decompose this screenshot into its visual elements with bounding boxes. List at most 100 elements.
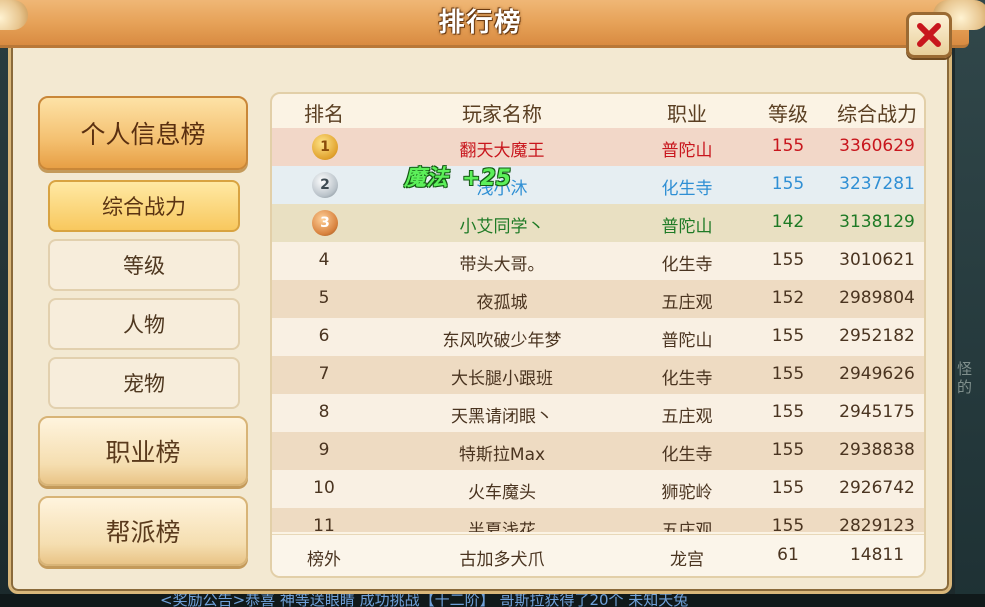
level-cell: 155 [771, 136, 805, 156]
subcategory-pet[interactable]: 宠物 [48, 357, 240, 409]
table-header: 排名 玩家名称 职业 等级 综合战力 [272, 94, 924, 128]
table-row[interactable]: 10 火车魔头 狮驼岭 155 2926742 [272, 470, 924, 508]
table-row[interactable]: 7 大长腿小跟班 化生寺 155 2949626 [272, 356, 924, 394]
rank-cell: 3 [272, 204, 376, 242]
player-name-cell: 东风吹破少年梦 [442, 331, 562, 351]
rank-cell: 4 [318, 250, 330, 270]
class-cell: 五庄观 [661, 521, 713, 532]
category-personal-info[interactable]: 个人信息榜 [38, 96, 248, 170]
title-bar: 排行榜 [0, 0, 985, 48]
header-level: 等级 [768, 102, 808, 126]
table-row[interactable]: 9 特斯拉Max 化生寺 155 2938838 [272, 432, 924, 470]
class-cell: 化生寺 [661, 445, 713, 465]
announcement-ticker: <奖励公告>恭喜 神等送眼睛 成功挑战【十二阶】 哥斯拉获得了20个 未知天兔 [0, 594, 985, 607]
class-cell: 普陀山 [661, 141, 713, 161]
rank-cell: 8 [318, 402, 330, 422]
table-row[interactable]: 8 天黑请闭眼丶 五庄观 155 2945175 [272, 394, 924, 432]
category-guild[interactable]: 帮派榜 [38, 496, 248, 566]
combat-power-cell: 2829123 [839, 516, 915, 532]
player-name-cell: 火车魔头 [468, 483, 536, 503]
player-name-cell: 半夏浅花 [468, 521, 536, 532]
level-cell: 155 [771, 174, 805, 194]
combat-power-cell: 2926742 [839, 478, 915, 498]
player-name-cell: 带头大哥。 [459, 255, 545, 275]
combat-power-cell: 2938838 [839, 440, 915, 460]
self-power: 14811 [849, 545, 905, 565]
player-name-cell: 翻天大魔王 [459, 141, 545, 161]
gold-medal-icon: 1 [312, 134, 338, 160]
self-level: 61 [777, 545, 799, 565]
class-cell: 五庄观 [661, 293, 713, 313]
player-name-cell: 夜孤城 [476, 293, 528, 313]
header-combat-power: 综合战力 [837, 102, 917, 126]
combat-power-cell: 2989804 [839, 288, 915, 308]
level-cell: 155 [771, 364, 805, 384]
table-row[interactable]: 2 浅小沐 化生寺 155 3237281 [272, 166, 924, 204]
combat-power-cell: 2949626 [839, 364, 915, 384]
table-rows[interactable]: 1 翻天大魔王 普陀山 155 3360629 2 浅小沐 化生寺 155 3237281 3 小艾同… [272, 128, 924, 532]
class-cell: 五庄观 [661, 407, 713, 427]
self-name: 古加多犬爪 [459, 550, 545, 570]
player-name-cell: 天黑请闭眼丶 [451, 407, 553, 427]
combat-power-cell: 2952182 [839, 326, 915, 346]
popup-value: +25 [462, 166, 512, 191]
self-rank-row: 榜外 古加多犬爪 龙宫 61 14811 [272, 534, 924, 576]
table-row[interactable]: 4 带头大哥。 化生寺 155 3010621 [272, 242, 924, 280]
class-cell: 化生寺 [661, 255, 713, 275]
close-icon [917, 23, 941, 47]
silver-medal-icon: 2 [312, 172, 338, 198]
level-cell: 142 [771, 212, 805, 232]
bronze-medal-icon: 3 [312, 210, 338, 236]
header-player-name: 玩家名称 [462, 102, 542, 126]
magic-gain-popup: 魔法 +25 [404, 160, 511, 192]
table-row[interactable]: 11 半夏浅花 五庄观 155 2829123 [272, 508, 924, 532]
player-name-cell: 大长腿小跟班 [451, 369, 553, 389]
rank-cell: 9 [318, 440, 330, 460]
announcement-text: <奖励公告>恭喜 神等送眼睛 成功挑战【十二阶】 哥斯拉获得了20个 未知天兔 [160, 594, 689, 607]
window-title: 排行榜 [438, 8, 523, 38]
table-row[interactable]: 3 小艾同学丶 普陀山 142 3138129 [272, 204, 924, 242]
level-cell: 155 [771, 250, 805, 270]
class-cell: 化生寺 [661, 179, 713, 199]
class-cell: 狮驼岭 [661, 483, 713, 503]
ranking-table: 排名 玩家名称 职业 等级 综合战力 1 翻天大魔王 普陀山 155 3360629 2 浅… [270, 92, 926, 578]
class-cell: 化生寺 [661, 369, 713, 389]
category-profession[interactable]: 职业榜 [38, 416, 248, 486]
rank-cell: 11 [313, 516, 335, 532]
header-rank: 排名 [304, 102, 344, 126]
table-row[interactable]: 5 夜孤城 五庄观 152 2989804 [272, 280, 924, 318]
self-class: 龙宫 [670, 550, 704, 570]
level-cell: 152 [771, 288, 805, 308]
combat-power-cell: 3010621 [839, 250, 915, 270]
class-cell: 普陀山 [661, 217, 713, 237]
combat-power-cell: 3360629 [839, 136, 915, 156]
rank-cell: 7 [318, 364, 330, 384]
combat-power-cell: 2945175 [839, 402, 915, 422]
subcategory-combat-power[interactable]: 综合战力 [48, 180, 240, 232]
rank-cell: 2 [272, 166, 376, 204]
header-class: 职业 [667, 102, 707, 126]
level-cell: 155 [771, 402, 805, 422]
table-row[interactable]: 1 翻天大魔王 普陀山 155 3360629 [272, 128, 924, 166]
subcategory-level[interactable]: 等级 [48, 239, 240, 291]
close-button[interactable] [906, 12, 952, 58]
class-cell: 普陀山 [661, 331, 713, 351]
level-cell: 155 [771, 516, 805, 532]
rank-cell: 5 [318, 288, 330, 308]
popup-label: 魔法 [404, 166, 449, 191]
combat-power-cell: 3237281 [839, 174, 915, 194]
self-rank: 榜外 [307, 550, 341, 570]
rank-cell: 1 [272, 128, 376, 166]
rank-cell: 6 [318, 326, 330, 346]
subcategory-character[interactable]: 人物 [48, 298, 240, 350]
level-cell: 155 [771, 478, 805, 498]
table-row[interactable]: 6 东风吹破少年梦 普陀山 155 2952182 [272, 318, 924, 356]
player-name-cell: 小艾同学丶 [459, 217, 545, 237]
level-cell: 155 [771, 326, 805, 346]
level-cell: 155 [771, 440, 805, 460]
background-text: 怪 的 [957, 360, 973, 396]
game-background-right: 怪 的 [955, 0, 985, 607]
player-name-cell: 特斯拉Max [458, 445, 546, 465]
combat-power-cell: 3138129 [839, 212, 915, 232]
rank-cell: 10 [313, 478, 335, 498]
